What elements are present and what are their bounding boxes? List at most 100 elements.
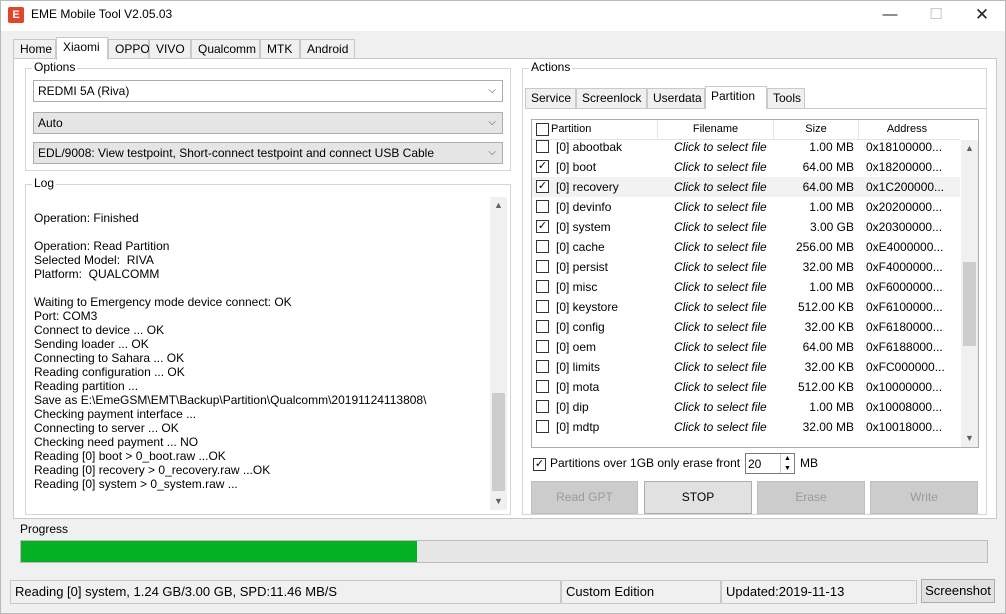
partition-row[interactable]: [0] persist Click to select file 32.00 MB 0… xyxy=(532,257,960,277)
partition-file-picker[interactable]: Click to select file xyxy=(674,317,789,337)
erase-button[interactable]: Erase xyxy=(757,481,865,514)
scroll-up-icon[interactable]: ▲ xyxy=(490,197,507,214)
tab-home[interactable]: Home xyxy=(13,39,56,59)
column-size[interactable]: Size xyxy=(774,120,859,140)
tab-android[interactable]: Android xyxy=(300,39,355,59)
partition-row[interactable]: [0] cache Click to select file 256.00 MB 0x… xyxy=(532,237,960,257)
options-title: Options xyxy=(32,60,78,74)
tab-qualcomm[interactable]: Qualcomm xyxy=(191,39,260,59)
partition-checkbox[interactable] xyxy=(536,280,549,293)
maximize-button[interactable]: ☐ xyxy=(913,1,959,31)
mode-select[interactable]: Auto ⌵ xyxy=(33,112,503,134)
partition-size: 1.00 MB xyxy=(809,400,854,414)
partition-row[interactable]: [0] limits Click to select file 32.00 KB 0x… xyxy=(532,357,960,377)
partition-checkbox[interactable] xyxy=(536,240,549,253)
partition-checkbox[interactable] xyxy=(536,420,549,433)
erase-front-input[interactable] xyxy=(748,455,778,472)
partition-checkbox[interactable] xyxy=(536,200,549,213)
partition-checkbox[interactable] xyxy=(536,380,549,393)
partition-file-picker[interactable]: Click to select file xyxy=(674,257,789,277)
column-address[interactable]: Address xyxy=(859,120,955,140)
partition-scroll-thumb[interactable] xyxy=(963,262,976,346)
scroll-down-icon[interactable]: ▼ xyxy=(490,493,507,510)
partition-file-picker[interactable]: Click to select file xyxy=(674,237,789,257)
partition-checkbox[interactable] xyxy=(536,140,549,153)
log-group: Log Operation: Finished Operation: Read … xyxy=(25,176,511,515)
partition-checkbox[interactable] xyxy=(536,340,549,353)
partition-checkbox[interactable] xyxy=(536,260,549,273)
stop-button[interactable]: STOP xyxy=(644,481,752,514)
partition-file-picker[interactable]: Click to select file xyxy=(674,177,789,197)
partition-row[interactable]: ✓ [0] system Click to select file 3.00 GB 0x… xyxy=(532,217,960,237)
log-scroll-thumb[interactable] xyxy=(492,393,505,491)
partition-address: 0xF6000000... xyxy=(866,280,943,294)
partition-checkbox[interactable] xyxy=(536,360,549,373)
log-title: Log xyxy=(32,176,57,190)
partition-file-picker[interactable]: Click to select file xyxy=(674,357,789,377)
screenshot-button[interactable]: Screenshot xyxy=(921,579,995,603)
partition-checkbox[interactable]: ✓ xyxy=(536,220,549,233)
partition-row[interactable]: [0] keystore Click to select file 512.00 K… xyxy=(532,297,960,317)
read-gpt-button[interactable]: Read GPT xyxy=(531,481,638,514)
progress-bar xyxy=(20,540,988,563)
partition-file-picker[interactable]: Click to select file xyxy=(674,277,789,297)
tab-tools[interactable]: Tools xyxy=(767,88,805,108)
tab-xiaomi[interactable]: Xiaomi xyxy=(56,37,108,60)
tab-partition[interactable]: Partition xyxy=(705,86,767,109)
partition-row[interactable]: [0] oem Click to select file 64.00 MB 0xF61… xyxy=(532,337,960,357)
partition-list[interactable]: [0] abootbak Click to select file 1.00 MB 0… xyxy=(531,119,979,448)
tab-service[interactable]: Service xyxy=(525,88,576,108)
partition-name: [0] persist xyxy=(556,260,609,274)
log-text[interactable]: Operation: Finished Operation: Read Part… xyxy=(34,197,509,513)
partition-name: [0] mota xyxy=(556,380,600,394)
tab-vivo[interactable]: VIVO xyxy=(149,39,191,59)
partition-scrollbar[interactable]: ▲ ▼ xyxy=(961,140,978,447)
partition-row[interactable]: [0] devinfo Click to select file 1.00 MB 0x… xyxy=(532,197,960,217)
tab-oppo[interactable]: OPPO xyxy=(108,39,150,59)
tab-userdata[interactable]: Userdata xyxy=(647,88,705,108)
partition-file-picker[interactable]: Click to select file xyxy=(674,397,789,417)
partition-file-picker[interactable]: Click to select file xyxy=(674,337,789,357)
connection-select[interactable]: EDL/9008: View testpoint, Short-connect … xyxy=(33,142,503,164)
partition-file-picker[interactable]: Click to select file xyxy=(674,157,789,177)
erase-front-checkbox[interactable]: ✓ xyxy=(533,458,546,471)
model-select[interactable]: REDMI 5A (Riva) ⌵ xyxy=(33,80,503,102)
partition-file-picker[interactable]: Click to select file xyxy=(674,417,789,437)
scroll-down-icon[interactable]: ▼ xyxy=(961,430,978,447)
log-scrollbar[interactable]: ▲ ▼ xyxy=(490,197,507,510)
scroll-up-icon[interactable]: ▲ xyxy=(961,140,978,157)
tab-screenlock[interactable]: Screenlock xyxy=(576,88,647,108)
partition-checkbox[interactable] xyxy=(536,320,549,333)
column-filename[interactable]: Filename xyxy=(658,120,774,140)
partition-file-picker[interactable]: Click to select file xyxy=(674,217,789,237)
partition-row[interactable]: [0] mota Click to select file 512.00 KB 0x1… xyxy=(532,377,960,397)
partition-row[interactable]: [0] abootbak Click to select file 1.00 MB 0… xyxy=(532,137,960,157)
spin-down-icon[interactable]: ▼ xyxy=(780,464,794,473)
partition-file-picker[interactable]: Click to select file xyxy=(674,297,789,317)
spin-up-icon[interactable]: ▲ xyxy=(780,454,794,464)
partition-row[interactable]: [0] dip Click to select file 1.00 MB 0x1000… xyxy=(532,397,960,417)
partition-checkbox[interactable]: ✓ xyxy=(536,180,549,193)
close-button[interactable]: ✕ xyxy=(959,1,1005,31)
partition-row[interactable]: ✓ [0] boot Click to select file 64.00 MB 0x1… xyxy=(532,157,960,177)
partition-checkbox[interactable] xyxy=(536,400,549,413)
partition-row[interactable]: [0] config Click to select file 32.00 KB 0x… xyxy=(532,317,960,337)
minimize-button[interactable]: — xyxy=(867,1,913,31)
partition-checkbox[interactable]: ✓ xyxy=(536,160,549,173)
partition-file-picker[interactable]: Click to select file xyxy=(674,137,789,157)
write-button[interactable]: Write xyxy=(870,481,978,514)
column-partition[interactable]: Partition xyxy=(532,120,658,140)
partition-file-picker[interactable]: Click to select file xyxy=(674,377,789,397)
partition-address: 0xFC000000... xyxy=(866,360,945,374)
partition-file-picker[interactable]: Click to select file xyxy=(674,197,789,217)
partition-row[interactable]: [0] mdtp Click to select file 32.00 MB 0x10… xyxy=(532,417,960,437)
tab-mtk[interactable]: MTK xyxy=(260,39,300,59)
partition-size: 32.00 MB xyxy=(802,420,854,434)
connection-select-value: EDL/9008: View testpoint, Short-connect … xyxy=(38,146,435,160)
partition-size: 32.00 KB xyxy=(804,320,854,334)
partition-size: 64.00 MB xyxy=(802,180,854,194)
partition-row[interactable]: ✓ [0] recovery Click to select file 64.00 M… xyxy=(532,177,960,197)
partition-checkbox[interactable] xyxy=(536,300,549,313)
partition-row[interactable]: [0] misc Click to select file 1.00 MB 0xF60… xyxy=(532,277,960,297)
erase-front-spinner[interactable]: ▲ ▼ xyxy=(745,453,795,474)
